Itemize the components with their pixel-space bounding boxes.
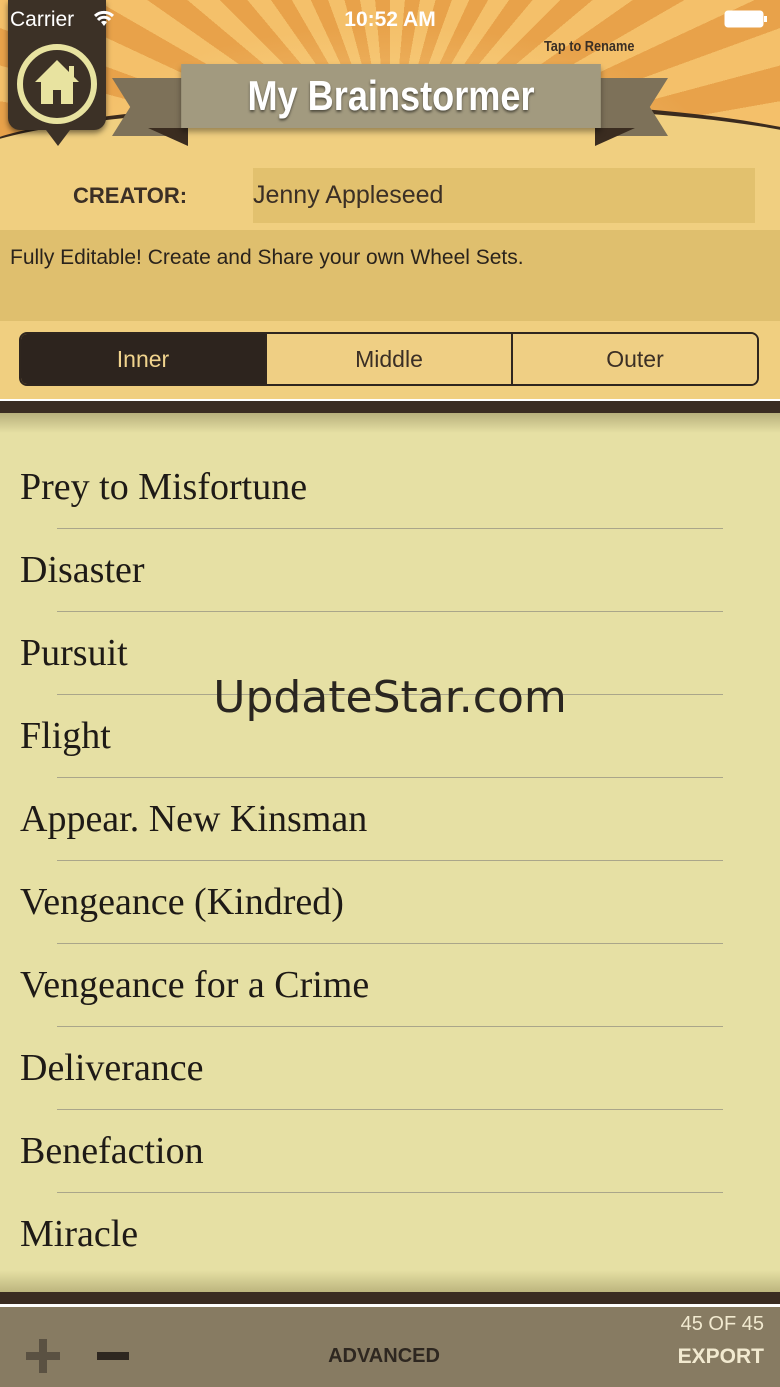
creator-field[interactable] xyxy=(253,168,755,223)
ribbon-fold-right xyxy=(595,128,635,146)
description-text: Fully Editable! Create and Share your ow… xyxy=(10,246,524,269)
segment-area: Inner Middle Outer xyxy=(0,321,780,399)
list-item[interactable]: Vengeance for a Crime xyxy=(0,931,780,1027)
watermark: UpdateStar.com xyxy=(213,672,567,723)
status-bar: Carrier 10:52 AM xyxy=(0,0,780,40)
list-item-label: Miracle xyxy=(20,1213,139,1255)
home-icon xyxy=(35,60,79,104)
list-item-label: Benefaction xyxy=(20,1130,204,1172)
list-item[interactable]: Benefaction xyxy=(0,1097,780,1193)
list-item-label: Vengeance (Kindred) xyxy=(20,881,344,923)
export-button[interactable]: EXPORT xyxy=(678,1345,764,1369)
list-item[interactable]: Disaster xyxy=(0,516,780,612)
bottom-divider-shadow xyxy=(0,1270,780,1294)
list-item-label: Deliverance xyxy=(20,1047,204,1089)
list-item[interactable]: Prey to Misfortune xyxy=(0,433,780,529)
ribbon-fold-left xyxy=(148,128,188,146)
top-divider xyxy=(0,399,780,413)
title-ribbon[interactable]: My Brainstormer xyxy=(181,64,601,128)
creator-label: CREATOR: xyxy=(73,183,188,208)
item-count: 45 OF 45 xyxy=(680,1313,764,1335)
clock: 10:52 AM xyxy=(344,8,436,31)
advanced-button[interactable]: ADVANCED xyxy=(0,1345,768,1368)
list-item-label: Pursuit xyxy=(20,632,128,674)
home-icon-ring xyxy=(17,44,97,124)
description-area[interactable]: Fully Editable! Create and Share your ow… xyxy=(0,230,780,321)
list-item-label: Prey to Misfortune xyxy=(20,466,308,508)
top-divider-shadow xyxy=(0,413,780,433)
list-item[interactable]: Miracle xyxy=(0,1180,780,1276)
segment-outer[interactable]: Outer xyxy=(511,334,757,384)
wheel-segmented-control: Inner Middle Outer xyxy=(19,332,759,386)
list-item[interactable]: Appear. New Kinsman xyxy=(0,765,780,861)
list-item[interactable]: Pursuit xyxy=(0,599,780,695)
segment-middle[interactable]: Middle xyxy=(265,334,511,384)
list-item[interactable]: Vengeance (Kindred) xyxy=(0,848,780,944)
list-item-label: Vengeance for a Crime xyxy=(20,964,370,1006)
bottom-toolbar: ADVANCED 45 OF 45 EXPORT xyxy=(0,1307,780,1387)
battery-icon xyxy=(724,10,767,28)
tap-to-rename-hint: Tap to Rename xyxy=(543,38,634,55)
creator-row: CREATOR: xyxy=(0,155,780,230)
wheel-item-list[interactable]: Prey to Misfortune Disaster Pursuit Flig… xyxy=(0,433,780,1276)
list-item[interactable]: Deliverance xyxy=(0,1014,780,1110)
list-item-label: Appear. New Kinsman xyxy=(20,798,368,840)
segment-inner[interactable]: Inner xyxy=(21,334,265,384)
bottom-divider xyxy=(0,1292,780,1307)
list-item-label: Disaster xyxy=(20,549,145,591)
